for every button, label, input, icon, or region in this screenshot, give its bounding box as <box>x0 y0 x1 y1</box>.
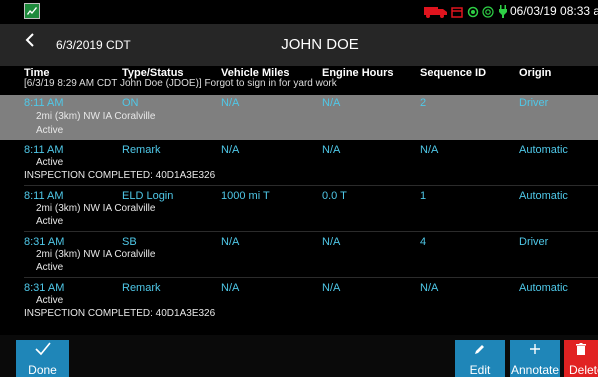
calendar-icon <box>451 5 463 23</box>
table-row[interactable]: 8:11 AM Remark N/A N/A N/A Automatic Act… <box>0 141 598 186</box>
table-row[interactable]: 8:11 AM ON N/A N/A 2 Driver 2mi (3km) NW… <box>0 95 598 140</box>
row-miles: N/A <box>221 236 240 248</box>
row-location: 2mi (3km) NW IA Coralville <box>36 203 156 214</box>
row-sequence: N/A <box>420 144 439 156</box>
page-title: JOHN DOE <box>281 36 359 53</box>
row-sequence: N/A <box>420 282 439 294</box>
row-location: 2mi (3km) NW IA Coralville <box>36 249 156 260</box>
row-status: Active <box>36 125 64 136</box>
done-label: Done <box>28 363 57 377</box>
location-icon <box>467 5 479 23</box>
check-icon <box>16 342 69 361</box>
header: 6/3/2019 CDT JOHN DOE <box>0 24 598 66</box>
annotate-button[interactable]: Annotate <box>510 340 560 377</box>
column-headers: Time Type/Status Vehicle Miles Engine Ho… <box>0 66 598 94</box>
row-location: 2mi (3km) NW IA Coralville <box>36 111 156 122</box>
row-sequence: 1 <box>420 190 427 202</box>
column-header-sequence: Sequence ID <box>420 67 487 79</box>
row-miles: N/A <box>221 282 240 294</box>
delete-button[interactable]: Delete <box>564 340 598 377</box>
chevron-left-icon <box>25 33 34 47</box>
row-type: Remark <box>122 144 161 156</box>
row-divider <box>24 277 598 278</box>
row-miles: N/A <box>221 144 240 156</box>
row-sequence: 2 <box>420 97 427 109</box>
edit-label: Edit <box>469 363 491 377</box>
delete-label: Delete <box>569 363 598 377</box>
row-inspection: INSPECTION COMPLETED: 40D1A3E326 <box>24 170 216 181</box>
trash-icon <box>564 342 598 360</box>
row-origin: Automatic <box>519 282 568 294</box>
row-time: 8:11 AM <box>24 144 64 156</box>
pencil-icon <box>455 342 505 360</box>
row-time: 8:11 AM <box>24 190 64 202</box>
row-hours: N/A <box>322 282 341 294</box>
table-row[interactable]: 8:31 AM SB N/A N/A 4 Driver 2mi (3km) NW… <box>0 233 598 278</box>
header-date[interactable]: 6/3/2019 CDT <box>56 38 131 52</box>
column-header-origin: Origin <box>519 67 552 79</box>
row-type: ON <box>122 97 139 109</box>
row-type: ELD Login <box>122 190 174 202</box>
app-logo-icon <box>24 3 40 19</box>
plug-icon <box>498 5 508 23</box>
row-divider <box>24 231 598 232</box>
row-divider <box>24 185 598 186</box>
annotate-label: Annotate <box>510 363 560 377</box>
row-miles: N/A <box>221 97 240 109</box>
row-time: 8:11 AM <box>24 97 64 109</box>
status-bar: 06/03/19 08:33 am ( <box>0 0 598 24</box>
row-origin: Automatic <box>519 190 568 202</box>
row-time: 8:31 AM <box>24 236 65 248</box>
row-origin: Driver <box>519 236 549 248</box>
row-origin: Driver <box>519 97 549 109</box>
action-bar: Done Edit Annotate Delete <box>0 335 598 377</box>
row-status: Active <box>36 262 64 273</box>
plus-icon <box>510 342 560 360</box>
row-status: Active <box>36 157 64 168</box>
back-button[interactable] <box>25 33 35 51</box>
row-type: SB <box>122 236 137 248</box>
row-hours: N/A <box>322 236 341 248</box>
table-row[interactable]: 8:31 AM Remark N/A N/A N/A Automatic Act… <box>0 279 598 329</box>
row-type: Remark <box>122 282 161 294</box>
row-origin: Automatic <box>519 144 568 156</box>
table-row[interactable]: 8:11 AM ELD Login 1000 mi T 0.0 T 1 Auto… <box>0 187 598 232</box>
status-time: 06/03/19 08:33 am ( <box>510 4 598 18</box>
row-hours: N/A <box>322 144 341 156</box>
row-sequence: 4 <box>420 236 427 248</box>
truck-icon <box>424 5 448 23</box>
row-hours: N/A <box>322 97 341 109</box>
row-status: Active <box>36 295 64 306</box>
row-hours: 0.0 T <box>322 190 347 202</box>
row-inspection: INSPECTION COMPLETED: 40D1A3E326 <box>24 308 216 319</box>
wifi-icon <box>482 5 494 23</box>
annotation-banner: [6/3/19 8:29 AM CDT John Doe (JDOE)] For… <box>24 78 337 89</box>
row-status: Active <box>36 216 64 227</box>
row-time: 8:31 AM <box>24 282 65 294</box>
row-miles: 1000 mi T <box>221 190 270 202</box>
done-button[interactable]: Done <box>16 340 69 377</box>
edit-button[interactable]: Edit <box>455 340 505 377</box>
